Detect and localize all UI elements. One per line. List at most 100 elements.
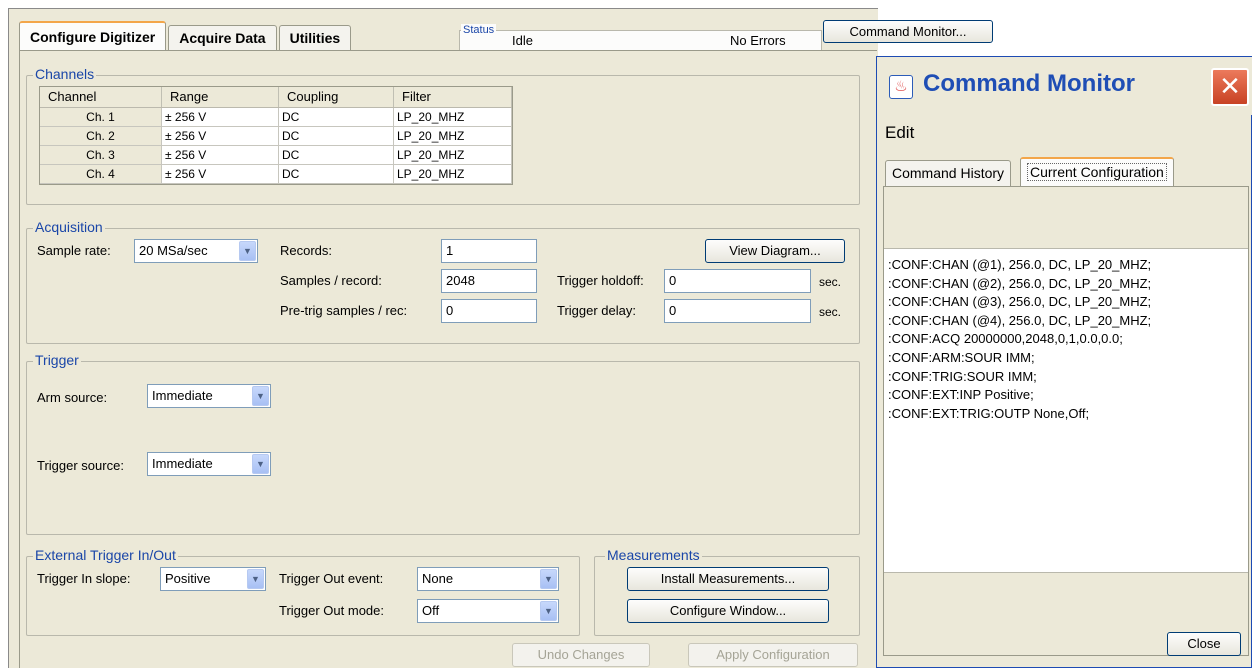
table-row[interactable]: Ch. 3 ± 256 V DC LP_20_MHZ xyxy=(40,146,512,165)
configure-window-button[interactable]: Configure Window... xyxy=(627,599,829,623)
acquisition-legend: Acquisition xyxy=(33,219,105,235)
channels-group: Channels Channel Range Coupling Filter C… xyxy=(26,66,860,205)
apply-configuration-button[interactable]: Apply Configuration xyxy=(688,643,858,667)
tab-current-configuration-label: Current Configuration xyxy=(1027,163,1167,181)
sample-rate-select[interactable]: 20 MSa/sec ▼ xyxy=(134,239,258,263)
col-filter[interactable]: Filter xyxy=(394,87,512,107)
cell-coupling[interactable]: DC xyxy=(279,127,394,145)
pretrig-input[interactable]: 0 xyxy=(441,299,537,323)
trigger-legend: Trigger xyxy=(33,352,81,368)
holdoff-input[interactable]: 0 xyxy=(664,269,811,293)
col-coupling[interactable]: Coupling xyxy=(279,87,394,107)
channels-table: Channel Range Coupling Filter Ch. 1 ± 25… xyxy=(39,86,513,185)
records-label: Records: xyxy=(280,243,333,258)
cell-filter[interactable]: LP_20_MHZ xyxy=(394,165,512,183)
main-tabs: Configure Digitizer Acquire Data Utiliti… xyxy=(19,21,353,51)
measurements-group: Measurements Install Measurements... Con… xyxy=(594,547,860,636)
table-row[interactable]: Ch. 2 ± 256 V DC LP_20_MHZ xyxy=(40,127,512,146)
measurements-legend: Measurements xyxy=(605,547,702,563)
cell-channel: Ch. 4 xyxy=(40,165,162,183)
cell-range[interactable]: ± 256 V xyxy=(162,165,279,183)
cell-coupling[interactable]: DC xyxy=(279,146,394,164)
config-line: :CONF:TRIG:SOUR IMM; xyxy=(888,368,1037,384)
sample-rate-value: 20 MSa/sec xyxy=(139,243,208,258)
trigger-out-event-select[interactable]: None ▼ xyxy=(417,567,559,591)
holdoff-unit: sec. xyxy=(819,275,842,289)
config-line: :CONF:CHAN (@3), 256.0, DC, LP_20_MHZ; xyxy=(888,294,1152,310)
holdoff-label: Trigger holdoff: xyxy=(557,273,644,288)
dialog-title-bar[interactable]: ♨ Command Monitor ✕ xyxy=(877,57,1252,115)
acquisition-group: Acquisition Sample rate: 20 MSa/sec ▼ Re… xyxy=(26,219,860,344)
close-icon[interactable]: ✕ xyxy=(1211,68,1249,106)
trigger-source-select[interactable]: Immediate ▼ xyxy=(147,452,271,476)
status-state: Idle xyxy=(512,33,533,48)
trigger-out-mode-value: Off xyxy=(422,603,440,618)
cell-range[interactable]: ± 256 V xyxy=(162,127,279,145)
tab-configure-digitizer[interactable]: Configure Digitizer xyxy=(19,21,167,51)
channels-table-header: Channel Range Coupling Filter xyxy=(40,87,512,108)
cell-coupling[interactable]: DC xyxy=(279,165,394,183)
chevron-down-icon: ▼ xyxy=(540,601,557,621)
config-line: :CONF:ACQ 20000000,2048,0,1,0.0,0.0; xyxy=(888,331,1123,347)
tab-acquire-data[interactable]: Acquire Data xyxy=(168,25,277,51)
pretrig-label: Pre-trig samples / rec: xyxy=(280,303,408,318)
table-row[interactable]: Ch. 1 ± 256 V DC LP_20_MHZ xyxy=(40,108,512,127)
external-trigger-legend: External Trigger In/Out xyxy=(33,547,178,563)
java-icon: ♨ xyxy=(889,75,913,99)
cell-channel: Ch. 2 xyxy=(40,127,162,145)
chevron-down-icon: ▼ xyxy=(247,569,264,589)
tab-current-configuration[interactable]: Current Configuration xyxy=(1020,157,1174,187)
col-channel[interactable]: Channel xyxy=(40,87,162,107)
chevron-down-icon: ▼ xyxy=(540,569,557,589)
cell-filter[interactable]: LP_20_MHZ xyxy=(394,127,512,145)
table-row[interactable]: Ch. 4 ± 256 V DC LP_20_MHZ xyxy=(40,165,512,184)
sample-rate-label: Sample rate: xyxy=(37,243,111,258)
cell-filter[interactable]: LP_20_MHZ xyxy=(394,108,512,126)
trigger-source-value: Immediate xyxy=(152,456,213,471)
chevron-down-icon: ▼ xyxy=(252,454,269,474)
arm-source-select[interactable]: Immediate ▼ xyxy=(147,384,271,408)
trigger-in-slope-value: Positive xyxy=(165,571,211,586)
channels-legend: Channels xyxy=(33,66,97,82)
cell-range[interactable]: ± 256 V xyxy=(162,146,279,164)
cell-channel: Ch. 1 xyxy=(40,108,162,126)
delay-input[interactable]: 0 xyxy=(664,299,811,323)
external-trigger-group: External Trigger In/Out Trigger In slope… xyxy=(26,547,580,636)
trigger-out-mode-select[interactable]: Off ▼ xyxy=(417,599,559,623)
trigger-in-slope-select[interactable]: Positive ▼ xyxy=(160,567,266,591)
chevron-down-icon: ▼ xyxy=(239,241,256,261)
trigger-out-event-value: None xyxy=(422,571,454,586)
delay-unit: sec. xyxy=(819,305,842,319)
view-diagram-button[interactable]: View Diagram... xyxy=(705,239,845,263)
close-button[interactable]: Close xyxy=(1167,632,1241,656)
dialog-title: Command Monitor xyxy=(923,70,1135,97)
configuration-text-area[interactable]: :CONF:CHAN (@1), 256.0, DC, LP_20_MHZ; :C… xyxy=(884,248,1248,573)
config-line: :CONF:CHAN (@1), 256.0, DC, LP_20_MHZ; xyxy=(888,257,1152,272)
records-input[interactable]: 1 xyxy=(441,239,537,263)
status-box: Idle No Errors xyxy=(459,30,822,52)
cell-range[interactable]: ± 256 V xyxy=(162,108,279,126)
configure-panel: Channels Channel Range Coupling Filter C… xyxy=(19,50,877,668)
trigger-in-slope-label: Trigger In slope: xyxy=(37,571,131,586)
tab-utilities[interactable]: Utilities xyxy=(278,25,352,51)
samples-input[interactable]: 2048 xyxy=(441,269,537,293)
tab-command-history[interactable]: Command History xyxy=(885,160,1012,186)
menu-edit[interactable]: Edit xyxy=(885,123,914,143)
cell-filter[interactable]: LP_20_MHZ xyxy=(394,146,512,164)
config-line: :CONF:EXT:INP Positive; xyxy=(888,387,1034,403)
cell-channel: Ch. 3 xyxy=(40,146,162,164)
trigger-out-event-label: Trigger Out event: xyxy=(279,571,384,586)
config-line: :CONF:CHAN (@4), 256.0, DC, LP_20_MHZ; xyxy=(888,312,1152,328)
command-monitor-dialog: ♨ Command Monitor ✕ Edit Command History… xyxy=(876,56,1252,668)
trigger-source-label: Trigger source: xyxy=(37,458,124,473)
install-measurements-button[interactable]: Install Measurements... xyxy=(627,567,829,591)
col-range[interactable]: Range xyxy=(162,87,279,107)
config-line: :CONF:EXT:TRIG:OUTP None,Off; xyxy=(888,405,1090,421)
delay-label: Trigger delay: xyxy=(557,303,636,318)
arm-source-label: Arm source: xyxy=(37,390,108,405)
command-monitor-button[interactable]: Command Monitor... xyxy=(823,20,993,43)
status-legend: Status xyxy=(461,24,497,36)
undo-changes-button[interactable]: Undo Changes xyxy=(512,643,650,667)
digitizer-window: Configure Digitizer Acquire Data Utiliti… xyxy=(8,8,993,668)
cell-coupling[interactable]: DC xyxy=(279,108,394,126)
